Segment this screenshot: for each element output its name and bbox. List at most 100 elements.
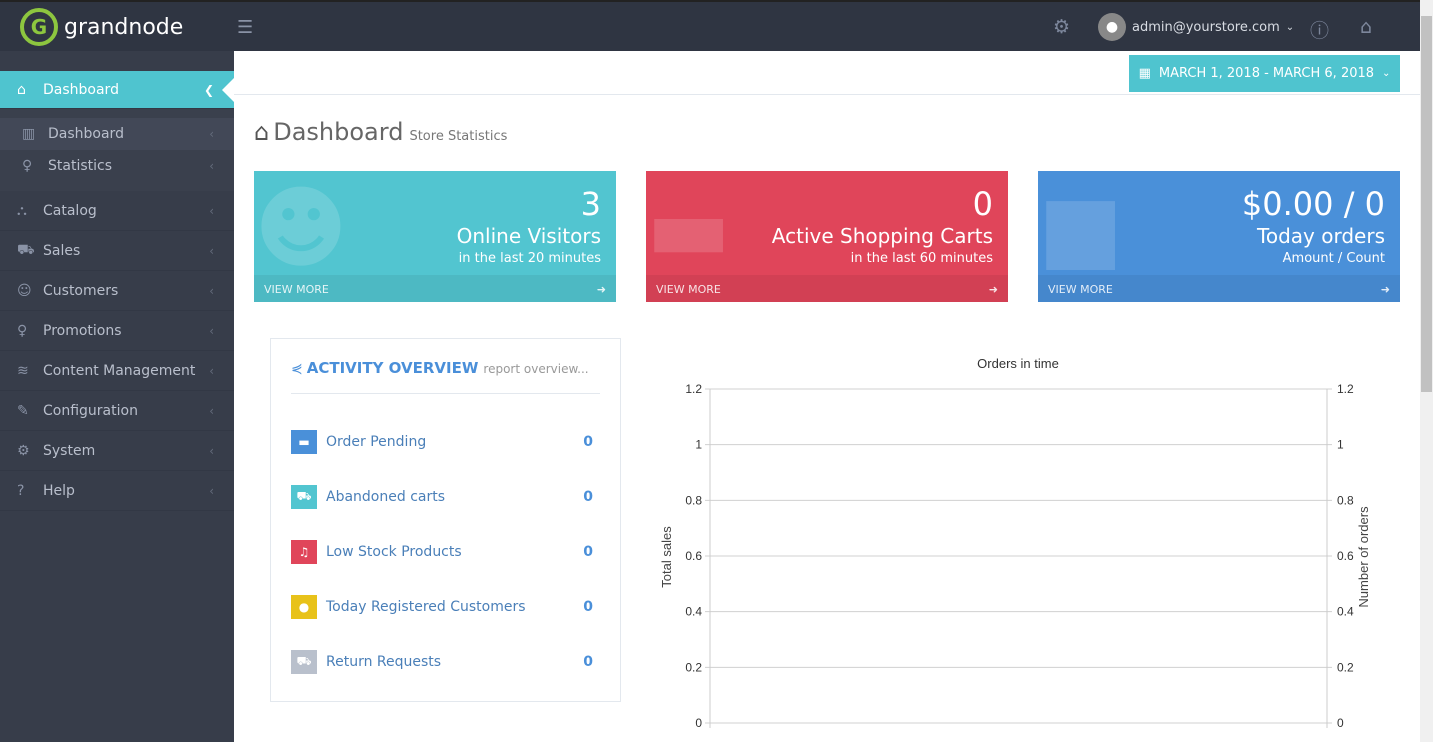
- view-more-link[interactable]: VIEW MORE ➜: [646, 275, 1008, 302]
- user-email: admin@yourstore.com: [1132, 19, 1280, 35]
- user-menu[interactable]: ● admin@yourstore.com ⌄: [1098, 13, 1294, 41]
- info-icon[interactable]: ⓘ: [1310, 16, 1329, 43]
- bar-chart-icon: ▥: [22, 126, 36, 142]
- y-tick-label: 0.6: [685, 549, 702, 563]
- sidebar-item-dashboard[interactable]: ⌂ Dashboard ❮: [0, 71, 234, 109]
- y-tick-label: 0: [695, 716, 702, 730]
- active-carts-card: ▬ 0 Active Shopping Carts in the last 60…: [646, 171, 1008, 302]
- dashboard-submenu: ▥ Dashboard ‹ ♀ Statistics ‹: [0, 109, 234, 191]
- sidebar-item-customers[interactable]: ☺ Customers ‹: [0, 271, 234, 311]
- question-icon: ?: [17, 482, 25, 499]
- y2-tick-label: 0: [1337, 716, 1344, 730]
- today-orders-card: ■ $0.00 / 0 Today orders Amount / Count …: [1038, 171, 1400, 302]
- activity-row-registered-customers[interactable]: ● Today Registered Customers 0: [291, 595, 593, 619]
- chevron-left-icon: ‹: [209, 243, 214, 258]
- date-range-picker[interactable]: ▦ MARCH 1, 2018 - MARCH 6, 2018 ⌄: [1129, 55, 1400, 92]
- brand-logo[interactable]: Ggrandnode: [20, 8, 183, 46]
- sidebar-item-help[interactable]: ? Help ‹: [0, 471, 234, 511]
- sidebar-item-label: Content Management: [43, 362, 196, 379]
- sidebar-item-label: System: [43, 442, 96, 459]
- chevron-down-icon: ⌄: [1382, 68, 1391, 79]
- sidebar-item-content-management[interactable]: ≋ Content Management ‹: [0, 351, 234, 391]
- view-more-label: VIEW MORE: [264, 283, 329, 296]
- gear-icon: ⚙: [17, 442, 30, 459]
- logo-icon: G: [20, 8, 58, 46]
- chevron-left-icon: ‹: [209, 283, 214, 298]
- sidebar-item-label: Statistics: [48, 158, 112, 174]
- y2-tick-label: 0.8: [1337, 493, 1354, 507]
- arrow-circle-right-icon: ➜: [988, 283, 998, 296]
- top-header: Ggrandnode ☰ ⚙ ● admin@yourstore.com ⌄ ⓘ ⌂: [0, 0, 1420, 51]
- sidebar-item-configuration[interactable]: ✎ Configuration ‹: [0, 391, 234, 431]
- sidebar-item-label: Dashboard: [43, 81, 119, 98]
- y-tick-label: 0.2: [685, 660, 702, 674]
- y-tick-label: 0.4: [685, 605, 702, 619]
- gear-icon[interactable]: ⚙: [1053, 16, 1070, 38]
- card-value: 3: [580, 185, 601, 223]
- sidebar-item-label: Promotions: [43, 322, 122, 339]
- sitemap-icon: ⛬: [17, 202, 27, 219]
- card-sublabel: in the last 20 minutes: [458, 251, 601, 266]
- sidebar-subitem-statistics[interactable]: ♀ Statistics ‹: [0, 150, 234, 182]
- chevron-down-icon: ⌄: [1285, 21, 1295, 33]
- panel-subtitle: report overview...: [483, 362, 589, 376]
- page-title: ⌂ Dashboard Store Statistics: [254, 118, 507, 146]
- scrollbar[interactable]: [1420, 0, 1433, 742]
- y-tick-label: 1: [695, 438, 702, 452]
- y2-axis-label: Number of orders: [1356, 506, 1371, 608]
- menu-toggle-icon[interactable]: ☰: [237, 19, 255, 37]
- y2-tick-label: 0.6: [1337, 549, 1354, 563]
- activity-value: 0: [583, 654, 593, 670]
- chevron-left-icon: ❮: [203, 82, 214, 97]
- card-label: Today orders: [1257, 224, 1385, 248]
- sidebar-item-label: Customers: [43, 282, 119, 299]
- chart-title: Orders in time: [977, 356, 1059, 371]
- activity-row-order-pending[interactable]: ▬ Order Pending 0: [291, 430, 593, 454]
- view-more-link[interactable]: VIEW MORE ➜: [1038, 275, 1400, 302]
- y-tick-label: 0.8: [685, 493, 702, 507]
- y2-tick-label: 0.4: [1337, 605, 1354, 619]
- activity-row-low-stock[interactable]: ♫ Low Stock Products 0: [291, 540, 593, 564]
- bulb-icon: ♀: [17, 322, 28, 339]
- users-icon: ☺: [17, 282, 32, 299]
- arrow-circle-right-icon: ➜: [596, 283, 606, 296]
- home-icon[interactable]: ⌂: [1360, 16, 1372, 38]
- activity-label: Today Registered Customers: [326, 599, 526, 615]
- share-icon: ⋞: [291, 361, 303, 377]
- activity-value: 0: [583, 434, 593, 450]
- chevron-left-icon: ‹: [209, 323, 214, 338]
- sidebar-item-label: Sales: [43, 242, 81, 259]
- briefcase-icon: ▬: [291, 430, 317, 454]
- layers-icon: ≋: [17, 362, 29, 379]
- sidebar-item-catalog[interactable]: ⛬ Catalog ‹: [0, 191, 234, 231]
- activity-label: Abandoned carts: [326, 489, 446, 505]
- activity-value: 0: [583, 489, 593, 505]
- activity-overview-panel: ⋞ ACTIVITY OVERVIEW report overview... ▬ Or…: [270, 338, 621, 702]
- activity-label: Order Pending: [326, 434, 427, 450]
- arrow-circle-right-icon: ➜: [1380, 283, 1390, 296]
- card-sublabel: in the last 60 minutes: [850, 251, 993, 266]
- scrollbar-thumb[interactable]: [1421, 16, 1432, 392]
- activity-label: Return Requests: [326, 654, 442, 670]
- activity-row-abandoned-carts[interactable]: ⛟ Abandoned carts 0: [291, 485, 593, 509]
- orders-chart: Orders in time Total sales Number of ord…: [659, 356, 1371, 730]
- y2-tick-label: 1: [1337, 438, 1344, 452]
- sidebar-item-promotions[interactable]: ♀ Promotions ‹: [0, 311, 234, 351]
- briefcase-icon: ■: [1038, 176, 1124, 281]
- activity-row-return-requests[interactable]: ⛟ Return Requests 0: [291, 650, 593, 674]
- sidebar-item-label: Catalog: [43, 202, 97, 219]
- sidebar-item-sales[interactable]: ⛟ Sales ‹: [0, 231, 234, 271]
- user-icon: ●: [291, 595, 317, 619]
- sidebar: ⌂ Dashboard ❮ ▥ Dashboard ‹ ♀ Statistics ‹ ⛬ Ca…: [0, 51, 234, 742]
- sidebar-item-system[interactable]: ⚙ System ‹: [0, 431, 234, 471]
- view-more-label: VIEW MORE: [1048, 283, 1113, 296]
- view-more-link[interactable]: VIEW MORE ➜: [254, 275, 616, 302]
- view-more-label: VIEW MORE: [656, 283, 721, 296]
- page-subtitle: Store Statistics: [409, 129, 508, 144]
- brand-name: grandnode: [64, 14, 184, 40]
- y-axis-label: Total sales: [659, 526, 674, 588]
- chevron-left-icon: ‹: [209, 403, 214, 418]
- sidebar-subitem-dashboard[interactable]: ▥ Dashboard ‹: [0, 118, 234, 150]
- card-label: Online Visitors: [456, 224, 601, 248]
- panel-title: ACTIVITY OVERVIEW: [306, 359, 479, 377]
